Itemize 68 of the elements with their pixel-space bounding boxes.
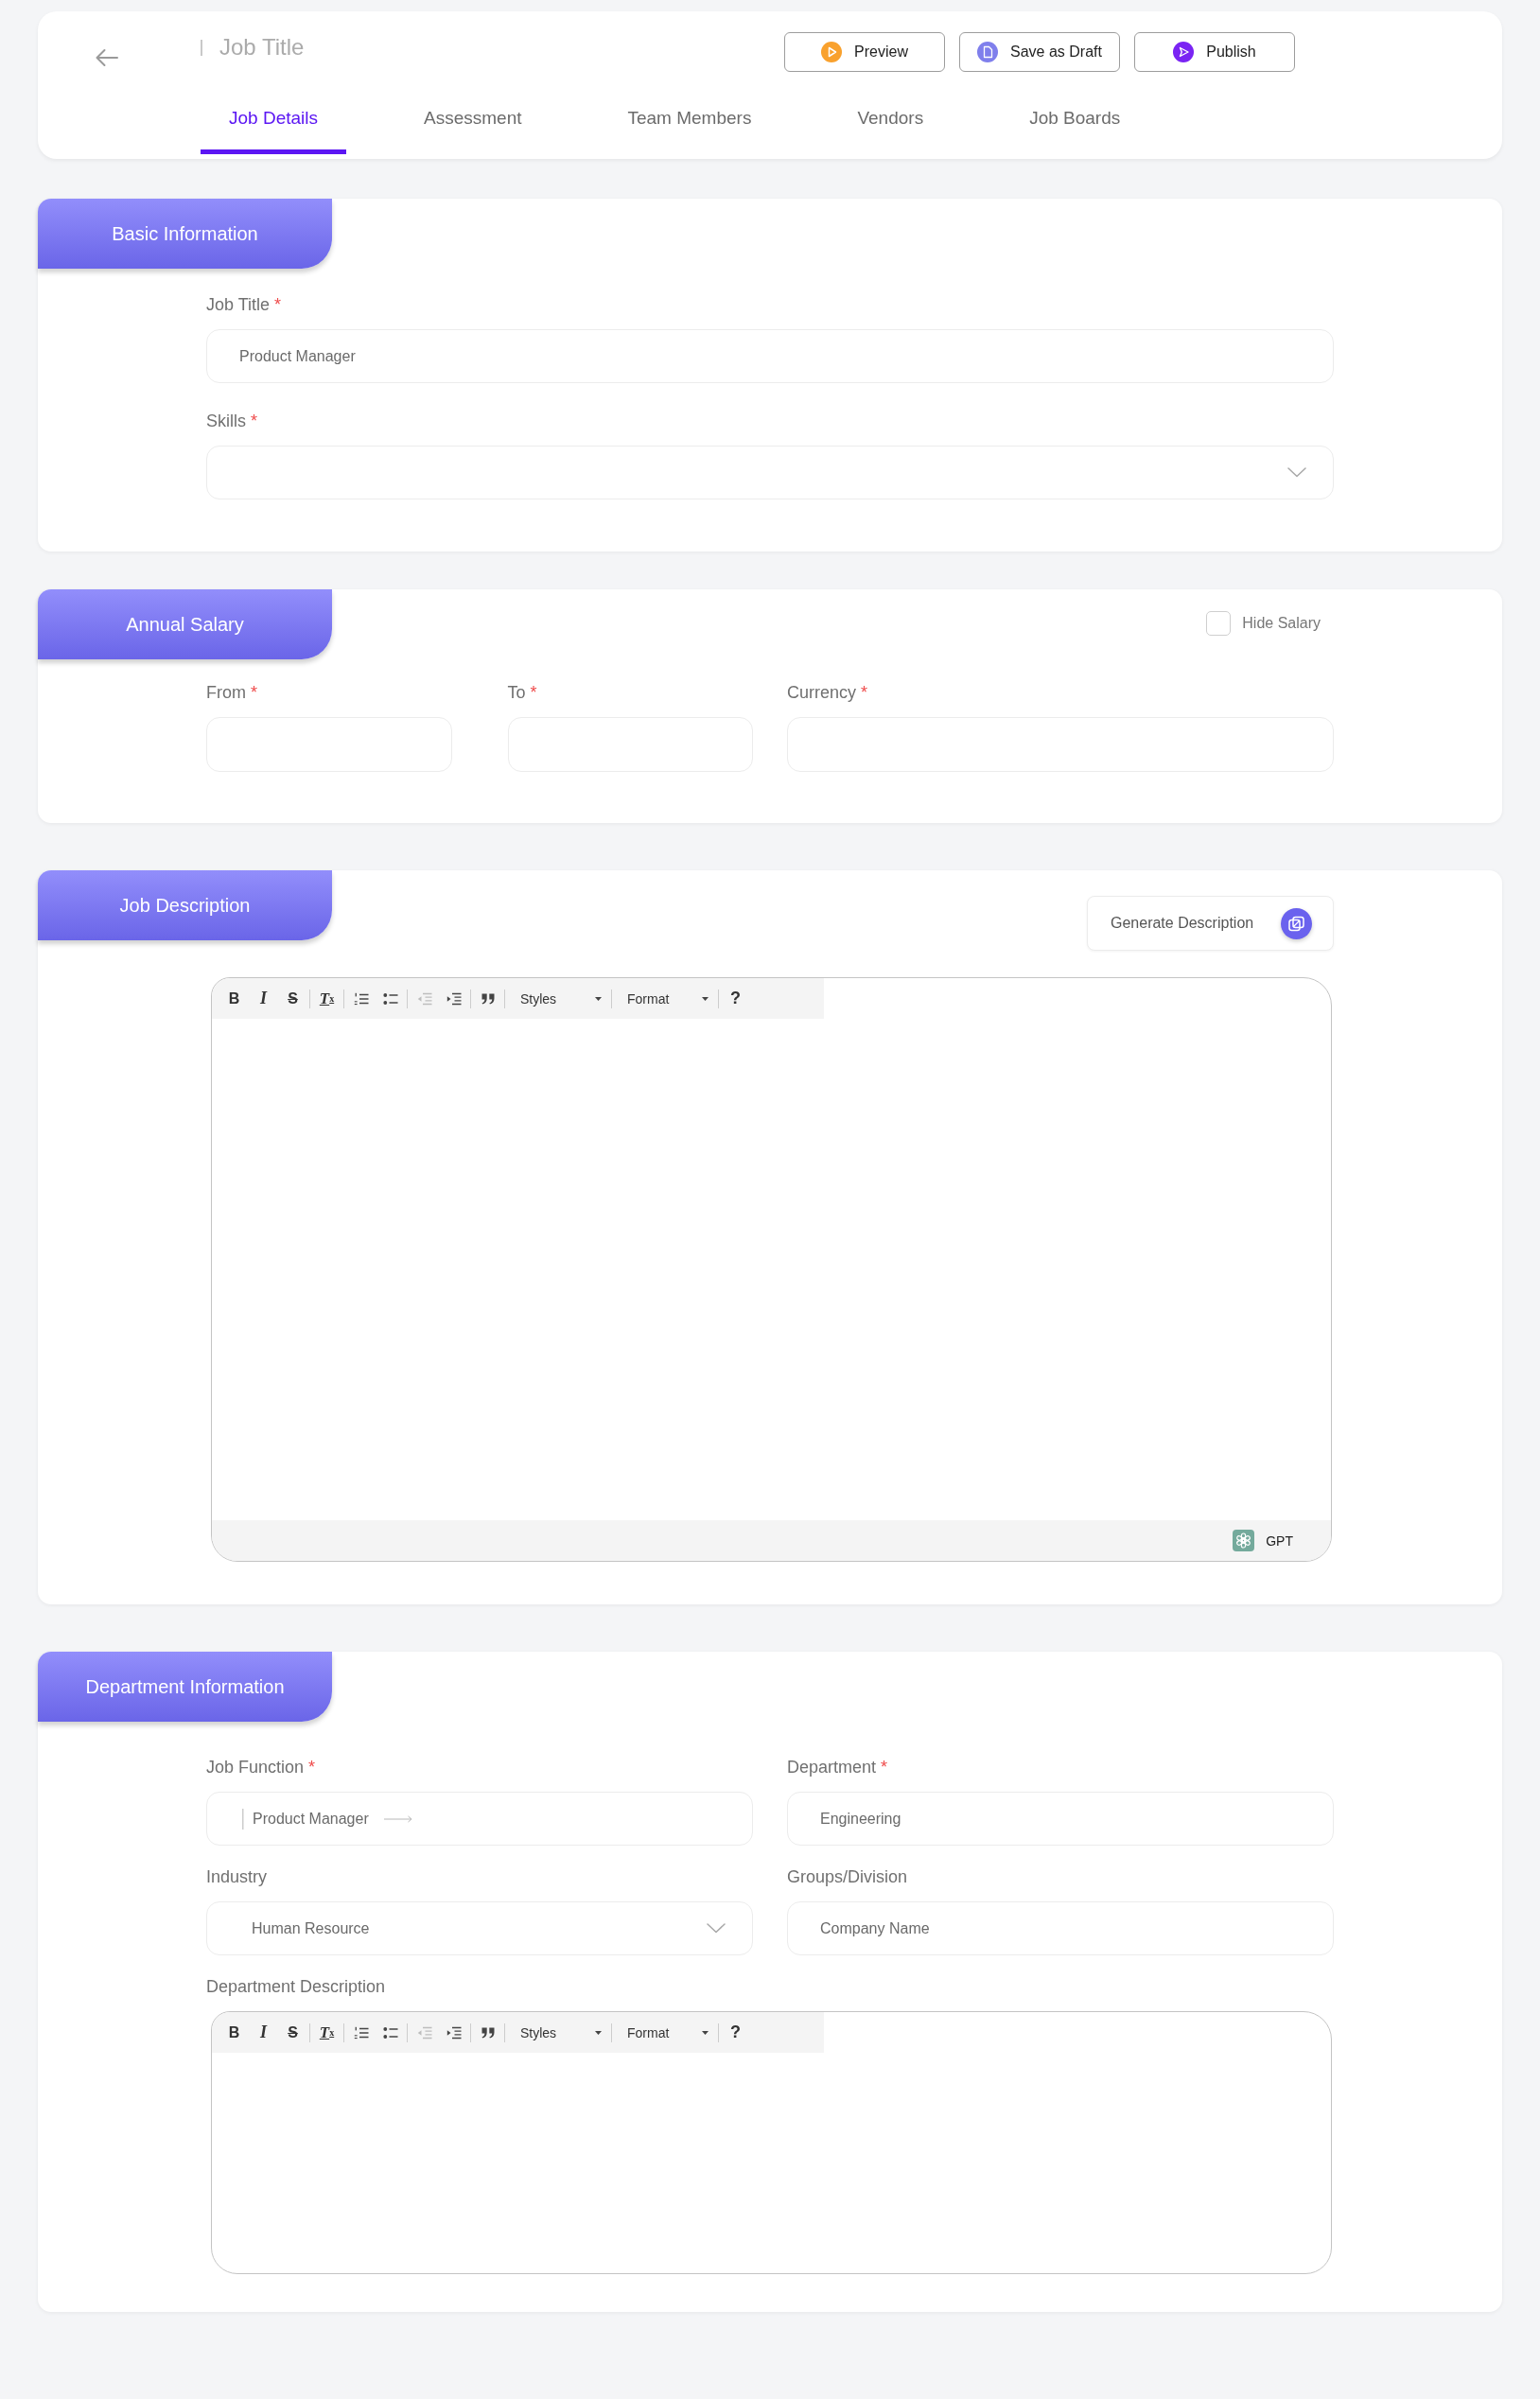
generate-description-button[interactable]: Generate Description	[1087, 896, 1334, 951]
section-heading: Basic Information	[38, 199, 332, 269]
numbered-list-icon	[353, 991, 369, 1006]
section-heading: Annual Salary	[38, 589, 332, 659]
section-heading: Job Description	[38, 870, 332, 940]
tab[interactable]: Job Details	[201, 99, 346, 154]
field-label: To *	[507, 682, 538, 704]
section-heading: Department Information	[38, 1652, 332, 1722]
chevron-down-icon	[707, 1923, 726, 1934]
bold-button[interactable]: B	[219, 984, 249, 1013]
indent-icon	[446, 991, 462, 1006]
caret-icon	[702, 996, 709, 1001]
text-input[interactable]: Engineering	[787, 1792, 1334, 1846]
back-button[interactable]	[96, 48, 118, 67]
help-button[interactable]: ?	[721, 984, 750, 1013]
dropdown[interactable]: Format	[614, 984, 716, 1013]
field-label: Department Description	[206, 1976, 387, 1998]
bold-button[interactable]: B	[219, 2018, 249, 2047]
select-field[interactable]	[206, 446, 1334, 499]
bullet-list-icon	[382, 991, 398, 1006]
field-label: From *	[206, 682, 258, 704]
knot-icon	[1233, 1530, 1255, 1551]
preview-button[interactable]: Preview	[784, 32, 945, 72]
caret-icon	[595, 2030, 602, 2035]
bullet-list-icon	[382, 2025, 398, 2040]
field-label: Skills *	[206, 411, 259, 432]
italic-button[interactable]: I	[249, 984, 278, 1013]
field-label: Currency *	[787, 682, 869, 704]
arrow-right-icon	[383, 1814, 412, 1823]
field-label: Groups/Division	[787, 1866, 909, 1888]
document-icon	[977, 42, 999, 62]
indent-icon	[446, 2025, 462, 2040]
arrow-left-icon	[96, 48, 118, 67]
outdent-icon	[416, 2025, 432, 2040]
strikethrough-button[interactable]: S	[278, 2018, 307, 2047]
tab[interactable]: Vendors	[829, 99, 953, 154]
caret-icon	[702, 2030, 709, 2035]
tab[interactable]: Team Members	[599, 99, 780, 154]
quote-icon	[481, 2026, 495, 2039]
dropdown[interactable]: Styles	[507, 984, 609, 1013]
text-input[interactable]: Company Name	[787, 1901, 1334, 1955]
chevron-down-icon	[1287, 467, 1306, 478]
squares-icon	[1281, 907, 1312, 939]
field-label: Department *	[787, 1757, 889, 1778]
field-label: Industry	[206, 1866, 269, 1888]
dropdown[interactable]: Styles	[507, 2018, 609, 2047]
field-label: Job Title *	[206, 294, 283, 316]
numbered-list-icon	[353, 2025, 369, 2040]
help-button[interactable]: ?	[721, 2018, 750, 2047]
dropdown[interactable]: Format	[614, 2018, 716, 2047]
publish-button[interactable]: Publish	[1134, 32, 1295, 72]
quote-icon	[481, 992, 495, 1005]
checkbox[interactable]	[1206, 611, 1232, 636]
text-input[interactable]: Product Manager	[206, 329, 1334, 383]
tab[interactable]: Assessment	[395, 99, 551, 154]
italic-button[interactable]: I	[249, 2018, 278, 2047]
play-icon	[821, 42, 843, 62]
select-field[interactable]: Human Resource	[206, 1901, 753, 1955]
outdent-icon	[416, 991, 432, 1006]
tab[interactable]: Job Boards	[1001, 99, 1149, 154]
field-label: Job Function *	[206, 1757, 317, 1778]
input-field[interactable]: Product Manager	[206, 1792, 753, 1846]
save-draft-button[interactable]: Save as Draft	[959, 32, 1120, 72]
footer-label: GPT	[1266, 1532, 1293, 1549]
send-icon	[1173, 42, 1195, 62]
checkbox-label[interactable]: Hide Salary	[1242, 615, 1321, 632]
strikethrough-button[interactable]: S	[278, 984, 307, 1013]
caret-icon	[595, 996, 602, 1001]
